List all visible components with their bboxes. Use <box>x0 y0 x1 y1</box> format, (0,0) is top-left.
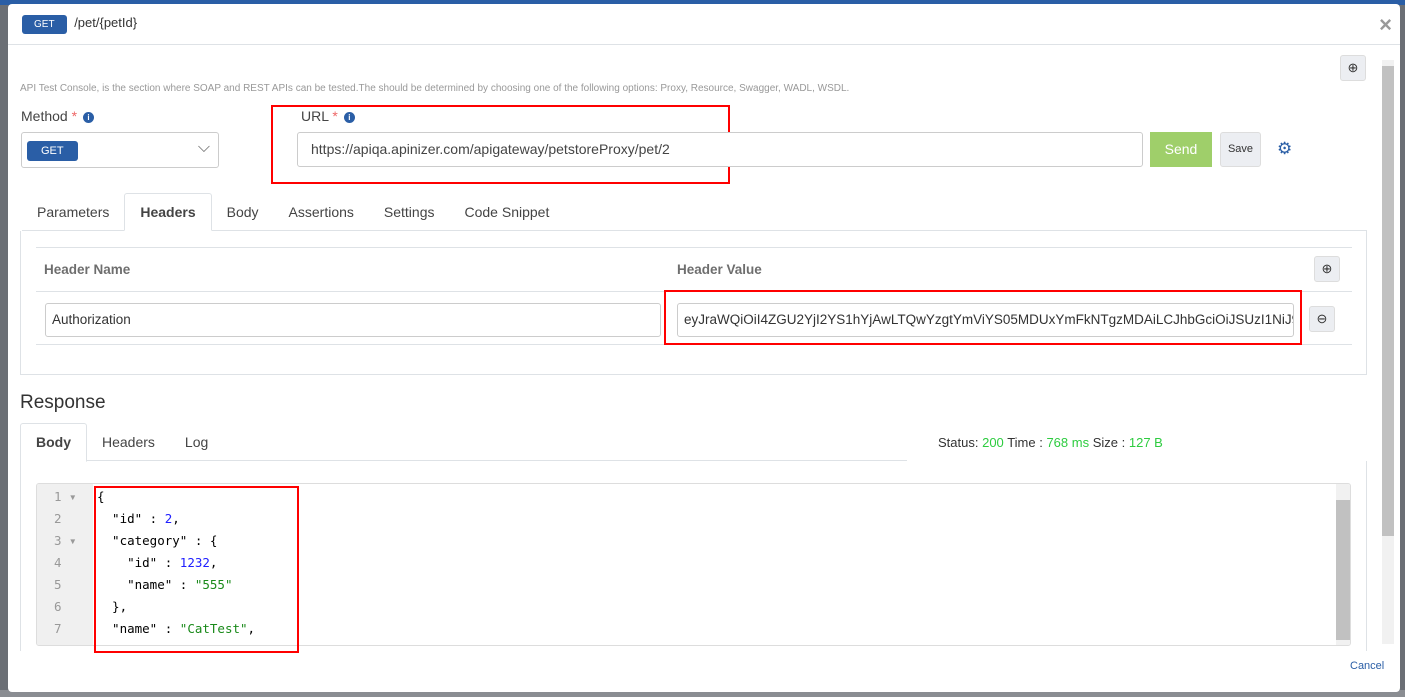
response-size: 127 B <box>1128 435 1163 450</box>
method-select[interactable]: GET ⌵ <box>21 132 219 168</box>
headers-panel: Header Name Header Value ⊕ Authorization… <box>20 231 1367 375</box>
response-body-highlight <box>94 486 299 653</box>
line-number: 6 <box>54 599 62 614</box>
method-selected: GET <box>27 141 78 161</box>
tab-code-snippet[interactable]: Code Snippet <box>450 194 565 230</box>
line-number: 1 ▾ <box>54 489 77 504</box>
line-number: 4 <box>54 555 62 570</box>
api-test-console-modal: GET /pet/{petId} × ⊕ API Test Console, i… <box>8 4 1400 692</box>
line-number: 7 <box>54 621 62 636</box>
response-tabs: Body Headers Log <box>20 423 907 462</box>
tab-response-log[interactable]: Log <box>170 424 223 461</box>
tab-response-headers[interactable]: Headers <box>87 424 170 461</box>
tab-response-body[interactable]: Body <box>20 423 87 462</box>
status-code: 200 <box>982 435 1004 450</box>
line-number: 5 <box>54 577 62 592</box>
plus-circle-icon: ⊕ <box>1347 60 1359 75</box>
add-header-button[interactable]: ⊕ <box>1314 256 1340 282</box>
minus-circle-icon: ⊖ <box>1316 311 1328 326</box>
line-number: 8 <box>37 640 93 645</box>
col-header-value: Header Value <box>677 262 762 277</box>
tab-headers[interactable]: Headers <box>124 193 212 231</box>
modal-header: GET /pet/{petId} × <box>8 4 1400 45</box>
send-button[interactable]: Send <box>1150 132 1212 167</box>
response-title: Response <box>20 392 106 413</box>
line-number: 3 ▾ <box>54 533 77 548</box>
endpoint-path: /pet/{petId} <box>74 15 138 30</box>
add-button[interactable]: ⊕ <box>1340 55 1366 81</box>
cancel-button[interactable]: Cancel <box>1350 660 1384 672</box>
tab-parameters[interactable]: Parameters <box>22 194 124 230</box>
url-input[interactable]: https://apiqa.apinizer.com/apigateway/pe… <box>297 132 1143 167</box>
close-icon[interactable]: × <box>1379 12 1392 38</box>
tab-settings[interactable]: Settings <box>369 194 450 230</box>
method-label: Method * i <box>21 108 95 124</box>
editor-scrollbar[interactable] <box>1336 484 1350 645</box>
plus-circle-icon: ⊕ <box>1321 261 1333 276</box>
header-row: Authorization eyJraWQiOiI4ZGU2YjI2YS1hYj… <box>36 290 1352 345</box>
col-header-name: Header Name <box>44 262 131 277</box>
method-badge: GET <box>22 15 67 34</box>
request-tabs: Parameters Headers Body Assertions Settings C… <box>22 193 1367 231</box>
tab-assertions[interactable]: Assertions <box>274 194 369 230</box>
header-value-input[interactable]: eyJraWQiOiI4ZGU2YjI2YS1hYjAwLTQwYzgtYmVi… <box>677 303 1294 337</box>
info-icon[interactable]: i <box>343 111 355 123</box>
response-status: Status: 200 Time : 768 ms Size : 127 B <box>938 435 1163 450</box>
modal-scrollbar[interactable] <box>1382 60 1394 644</box>
response-time: 768 ms <box>1046 435 1090 450</box>
line-gutter: 1 ▾ 2 3 ▾ 4 5 6 7 8 <box>37 484 93 645</box>
headers-table-head: Header Name Header Value ⊕ <box>36 247 1352 292</box>
header-name-input[interactable]: Authorization <box>45 303 661 337</box>
remove-header-button[interactable]: ⊖ <box>1309 306 1335 332</box>
description: API Test Console, is the section where S… <box>20 83 850 94</box>
info-icon[interactable]: i <box>83 111 95 123</box>
line-number: 2 <box>54 511 62 526</box>
save-button[interactable]: Save <box>1220 132 1261 167</box>
chevron-down-icon: ⌵ <box>197 139 210 156</box>
gear-icon[interactable]: ⚙ <box>1277 139 1292 159</box>
url-label: URL * i <box>301 108 355 124</box>
tab-body[interactable]: Body <box>212 194 274 230</box>
